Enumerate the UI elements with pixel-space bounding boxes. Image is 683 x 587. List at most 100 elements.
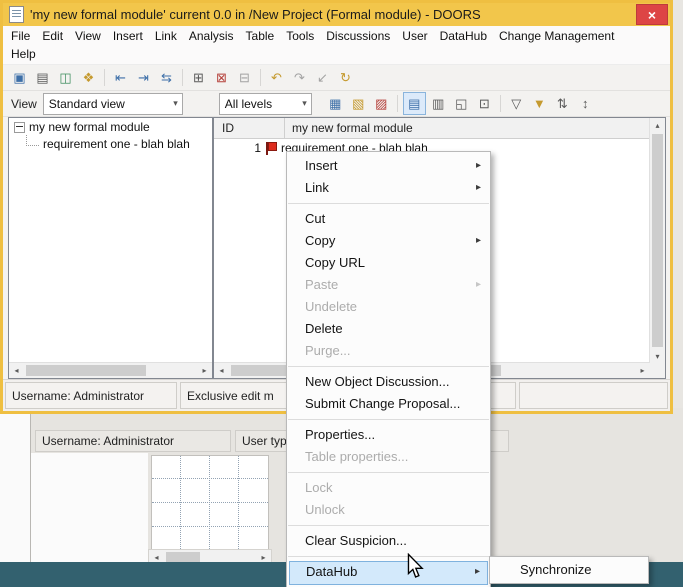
column-view-icon[interactable]: ⊡ bbox=[474, 93, 495, 114]
menu-user[interactable]: User bbox=[396, 29, 433, 43]
background-pane bbox=[31, 453, 148, 562]
menu-item-label: Copy bbox=[305, 233, 335, 248]
menu-view[interactable]: View bbox=[69, 29, 107, 43]
open-module-icon[interactable]: ◫ bbox=[55, 67, 76, 88]
outline-view-icon[interactable]: ▤ bbox=[403, 92, 426, 115]
scrollbar-thumb[interactable] bbox=[26, 365, 146, 376]
menu-item-table-properties: Table properties... bbox=[287, 446, 490, 468]
menu-item-link[interactable]: Link ▸ bbox=[287, 177, 490, 199]
menu-item-label: Purge... bbox=[305, 343, 351, 358]
scroll-left-icon[interactable]: ◂ bbox=[9, 364, 24, 378]
menu-item-clear-suspicion[interactable]: Clear Suspicion... bbox=[287, 530, 490, 552]
in-links-icon[interactable]: ↙ bbox=[312, 67, 333, 88]
delete-object-icon[interactable]: ⊠ bbox=[211, 67, 232, 88]
scrollbar-track[interactable] bbox=[650, 132, 665, 349]
grid-vertical-scrollbar[interactable]: ▴ ▾ bbox=[649, 118, 665, 363]
toolbar-view: View Standard view ▾ All levels ▾ ▦ ▧ ▨ … bbox=[3, 91, 670, 117]
indent-icon[interactable]: ⇥ bbox=[133, 67, 154, 88]
toolbar-separator bbox=[500, 95, 501, 112]
tree-item-requirement[interactable]: requirement one - blah blah bbox=[9, 135, 212, 152]
column-header-id[interactable]: ID bbox=[214, 118, 285, 138]
move-object-icon[interactable]: ⇆ bbox=[156, 67, 177, 88]
toolbar-main: ▣ ▤ ◫ ❖ ⇤ ⇥ ⇆ ⊞ ⊠ ⊟ ↶ ↷ ↙ ↻ bbox=[3, 65, 670, 91]
grid-header: ID my new formal module bbox=[214, 118, 650, 139]
advanced-filter-icon[interactable]: ▼ bbox=[529, 93, 550, 114]
menu-item-label: Copy URL bbox=[305, 255, 365, 270]
menu-item-new-object-discussion[interactable]: New Object Discussion... bbox=[287, 371, 490, 393]
refresh-links-icon[interactable]: ↻ bbox=[335, 67, 356, 88]
column-header-module[interactable]: my new formal module bbox=[285, 118, 650, 138]
menu-item-label: Submit Change Proposal... bbox=[305, 396, 460, 411]
status-spare bbox=[519, 382, 668, 409]
object-number: 1 bbox=[254, 141, 261, 155]
az-sort-icon[interactable]: ↕ bbox=[575, 93, 596, 114]
menu-table[interactable]: Table bbox=[240, 29, 281, 43]
table-split-icon[interactable]: ▧ bbox=[348, 93, 369, 114]
scroll-up-icon[interactable]: ▴ bbox=[650, 118, 665, 132]
menu-link[interactable]: Link bbox=[149, 29, 183, 43]
levels-combo[interactable]: All levels ▾ bbox=[219, 93, 312, 115]
edit-attributes-icon[interactable]: ❖ bbox=[78, 67, 99, 88]
menu-change-management[interactable]: Change Management bbox=[493, 29, 620, 43]
view-combo[interactable]: Standard view ▾ bbox=[43, 93, 183, 115]
menu-item-properties[interactable]: Properties... bbox=[287, 424, 490, 446]
menu-item-label: Properties... bbox=[305, 427, 375, 442]
menu-item-submit-change-proposal[interactable]: Submit Change Proposal... bbox=[287, 393, 490, 415]
menu-edit[interactable]: Edit bbox=[36, 29, 69, 43]
scroll-right-icon[interactable]: ▸ bbox=[635, 364, 650, 378]
purge-object-icon[interactable]: ⊟ bbox=[234, 67, 255, 88]
scrollbar-thumb[interactable] bbox=[652, 134, 663, 347]
graphics-view-icon[interactable]: ◱ bbox=[451, 93, 472, 114]
table-add-icon[interactable]: ▦ bbox=[325, 93, 346, 114]
scrollbar-thumb[interactable] bbox=[166, 552, 200, 562]
tree-horizontal-scrollbar[interactable]: ◂ ▸ bbox=[9, 362, 212, 378]
scroll-down-icon[interactable]: ▾ bbox=[650, 349, 665, 363]
menu-analysis[interactable]: Analysis bbox=[183, 29, 240, 43]
print-icon[interactable]: ▤ bbox=[32, 67, 53, 88]
menu-item-insert[interactable]: Insert▸ bbox=[287, 155, 490, 177]
desktop: Username: Administrator User typ ◂ ▸ 'my… bbox=[0, 0, 683, 587]
tree-item-root[interactable]: my new formal module bbox=[9, 118, 212, 135]
collapse-icon[interactable] bbox=[14, 122, 25, 133]
grid-line bbox=[152, 502, 268, 503]
menu-item-datahub[interactable]: DataHub▸ bbox=[289, 561, 488, 585]
menu-item-copy[interactable]: Copy ▸ bbox=[287, 230, 490, 252]
menu-item-label: Synchronize bbox=[520, 562, 592, 577]
view-label: View bbox=[11, 97, 37, 111]
tree-root-label: my new formal module bbox=[29, 120, 150, 134]
filter-icon[interactable]: ▽ bbox=[506, 93, 527, 114]
menu-item-cut[interactable]: Cut bbox=[287, 208, 490, 230]
document-view-icon[interactable]: ▥ bbox=[428, 93, 449, 114]
menu-item-copy-url[interactable]: Copy URL bbox=[287, 252, 490, 274]
titlebar[interactable]: 'my new formal module' current 0.0 in /N… bbox=[3, 3, 670, 26]
menu-item-synchronize[interactable]: Synchronize bbox=[490, 559, 648, 581]
insert-object-icon[interactable]: ⊞ bbox=[188, 67, 209, 88]
menu-item-label: Table properties... bbox=[305, 449, 408, 464]
close-button[interactable]: × bbox=[636, 4, 668, 25]
save-icon[interactable]: ▣ bbox=[9, 67, 30, 88]
scrollbar-track[interactable] bbox=[24, 363, 197, 378]
submenu-arrow-icon: ▸ bbox=[476, 274, 481, 296]
change-flag-icon bbox=[265, 142, 276, 155]
link-forward-icon[interactable]: ↷ bbox=[289, 67, 310, 88]
close-icon: × bbox=[648, 8, 656, 22]
menu-help[interactable]: Help bbox=[5, 47, 42, 61]
menu-item-delete[interactable]: Delete bbox=[287, 318, 490, 340]
outdent-icon[interactable]: ⇤ bbox=[110, 67, 131, 88]
menu-item-paste: Paste▸ bbox=[287, 274, 490, 296]
link-back-icon[interactable]: ↶ bbox=[266, 67, 287, 88]
menu-item-label: Link bbox=[305, 180, 329, 195]
table-remove-icon[interactable]: ▨ bbox=[371, 93, 392, 114]
scroll-left-icon[interactable]: ◂ bbox=[214, 364, 229, 378]
menu-tools[interactable]: Tools bbox=[280, 29, 320, 43]
submenu-arrow-icon: ▸ bbox=[476, 177, 481, 199]
scroll-right-icon[interactable]: ▸ bbox=[197, 364, 212, 378]
menu-discussions[interactable]: Discussions bbox=[320, 29, 396, 43]
tree-connector bbox=[26, 135, 39, 146]
tree-child-label: requirement one - blah blah bbox=[43, 137, 190, 151]
sort-icon[interactable]: ⇅ bbox=[552, 93, 573, 114]
menu-file[interactable]: File bbox=[5, 29, 36, 43]
menu-insert[interactable]: Insert bbox=[107, 29, 149, 43]
submenu-arrow-icon: ▸ bbox=[476, 230, 481, 252]
menu-datahub[interactable]: DataHub bbox=[434, 29, 493, 43]
